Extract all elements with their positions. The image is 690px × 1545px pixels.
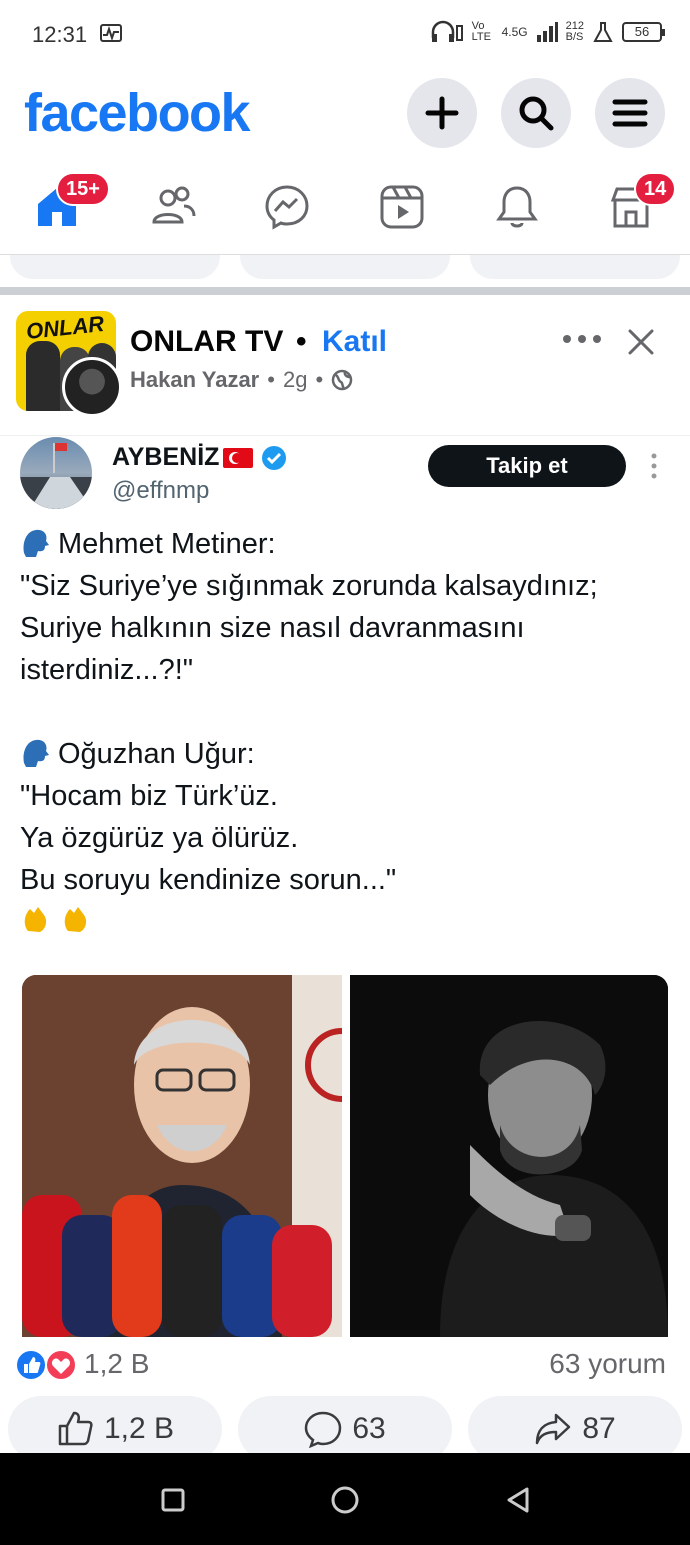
messenger-icon	[265, 185, 309, 230]
tweet-handle: @effnmp	[112, 477, 210, 504]
menu-icon	[612, 99, 648, 127]
meta-dot: •	[315, 367, 324, 392]
title-separator: •	[296, 325, 307, 358]
globe-icon	[331, 369, 353, 391]
prev-comment-button[interactable]	[240, 255, 450, 279]
tweet-more-icon	[651, 453, 657, 479]
prev-share-button[interactable]	[470, 255, 680, 279]
clapping-hands-icon	[64, 907, 87, 932]
facebook-logo[interactable]: facebook	[24, 82, 251, 144]
notifications-icon	[496, 186, 538, 228]
video-icon	[380, 185, 424, 229]
verified-badge-icon	[262, 445, 287, 470]
tab-messenger[interactable]	[262, 182, 312, 232]
post-actions: 1,2 B 63 87	[0, 1396, 690, 1462]
tweet-divider	[0, 435, 690, 436]
turkey-flag-icon	[223, 447, 254, 468]
like-count: 1,2 B	[103, 1412, 175, 1445]
comment-count-link[interactable]: 63 yorum	[549, 1348, 666, 1380]
volte-label: Vo LTE	[471, 20, 491, 43]
more-options-icon[interactable]	[560, 329, 604, 349]
recents-icon[interactable]	[158, 1485, 188, 1515]
post-meta: Hakan Yazar • 2g •	[130, 367, 353, 393]
comment-icon	[305, 1411, 342, 1448]
speaker-two: Oğuzhan Uğur:	[58, 738, 255, 770]
reaction-summary[interactable]: 1,2 B 63 yorum	[0, 1340, 690, 1396]
group-avatar-text: ONLAR	[24, 311, 106, 345]
menu-button[interactable]	[595, 78, 665, 148]
search-icon	[519, 96, 554, 131]
share-icon	[536, 1413, 571, 1445]
speaking-head-icon	[23, 529, 49, 557]
status-bar: 12:31 Vo LTE 4.5G 212 B/S 56	[0, 0, 690, 70]
speaker-one: Mehmet Metiner:	[58, 528, 276, 560]
tab-notifications[interactable]	[492, 182, 542, 232]
quote-two: "Hocam biz Türk’üz. Ya özgürüz ya ölürüz…	[20, 780, 397, 896]
tab-friends[interactable]	[148, 182, 198, 232]
tweet-display-name-text: AYBENİZ	[112, 443, 220, 471]
flask-icon	[593, 22, 613, 42]
app-header: facebook	[0, 70, 690, 160]
author-name[interactable]: Hakan Yazar	[130, 367, 259, 393]
reaction-count: 1,2 B	[84, 1348, 150, 1379]
share-count: 87	[582, 1412, 616, 1445]
join-group-link[interactable]: Katıl	[322, 325, 387, 359]
tweet-photo-left	[22, 975, 342, 1337]
like-love-reactions-icon	[15, 1349, 77, 1381]
thumbs-up-icon	[58, 1411, 93, 1446]
home-circle-icon[interactable]	[330, 1485, 360, 1515]
tab-video[interactable]	[377, 182, 427, 232]
status-time: 12:31	[32, 22, 88, 47]
speaking-head-icon	[23, 739, 49, 767]
back-icon[interactable]	[503, 1485, 533, 1515]
network-label: 4.5G	[501, 25, 528, 39]
avatar-figure	[26, 341, 60, 411]
quote-one: "Siz Suriye’ye sığınmak zorunda kalsaydı…	[20, 570, 598, 686]
tab-bar: 15+ 14	[0, 160, 690, 255]
plus-icon	[425, 96, 459, 130]
tweet-display-name: AYBENİZ	[112, 443, 287, 472]
create-button[interactable]	[407, 78, 477, 148]
group-name[interactable]: ONLAR TV	[130, 325, 283, 359]
tweet-text: Mehmet Metiner: "Siz Suriye’ye sığınmak …	[20, 523, 680, 947]
portrait-image	[350, 975, 668, 1337]
author-avatar[interactable]	[62, 357, 122, 417]
tweet-photo-right	[350, 975, 668, 1337]
activity-icon	[100, 24, 122, 42]
search-button[interactable]	[501, 78, 571, 148]
speed-readout: 212 B/S	[566, 21, 584, 43]
close-icon[interactable]	[626, 327, 656, 357]
prev-like-button[interactable]	[10, 255, 220, 279]
status-right: Vo LTE 4.5G 212 B/S 56	[430, 20, 665, 44]
headphones-icon	[431, 20, 463, 42]
avatar-image	[20, 443, 92, 509]
speed-unit: B/S	[565, 31, 584, 43]
marketplace-badge: 14	[634, 172, 677, 206]
comment-action-count: 63	[352, 1412, 386, 1445]
tweet-avatar	[20, 437, 92, 509]
system-nav-bar	[0, 1453, 690, 1545]
clapping-hands-icon	[24, 907, 47, 932]
meta-dot: •	[267, 367, 275, 392]
signal-icon	[536, 22, 558, 42]
home-badge: 15+	[56, 172, 110, 206]
post-separator	[0, 287, 690, 295]
friends-icon	[152, 186, 196, 224]
battery-icon: 56	[622, 22, 665, 42]
follow-button: Takip et	[428, 445, 626, 487]
post-time[interactable]: 2g	[283, 367, 307, 393]
press-conference-image	[22, 975, 342, 1337]
previous-post-actions	[0, 255, 690, 287]
